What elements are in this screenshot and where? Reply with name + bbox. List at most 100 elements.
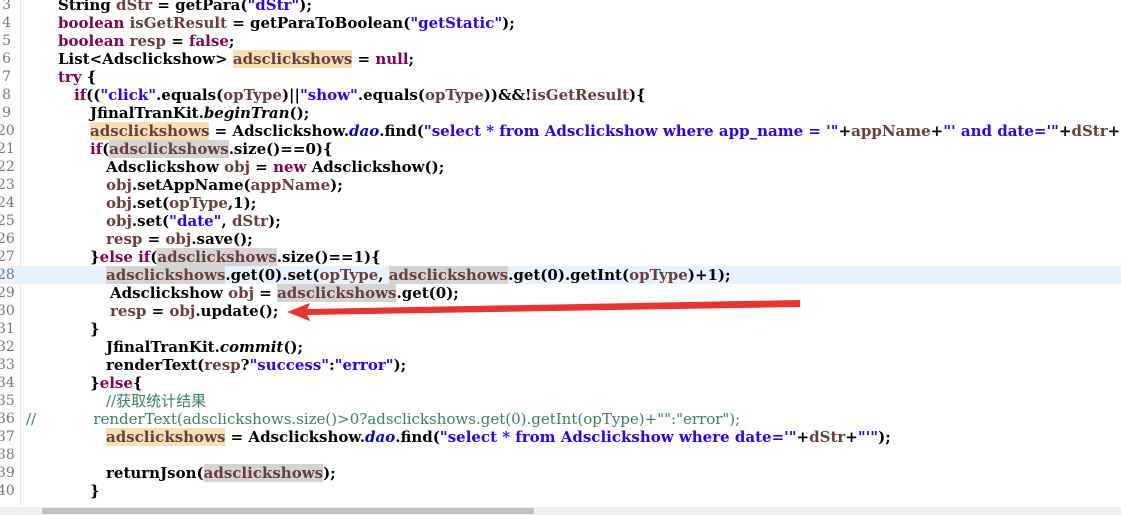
code-line[interactable]: 20 adsclickshows = Adsclickshow.dao.find(… [0,122,1121,140]
variable-highlight: adsclickshows [157,248,277,266]
variable: obj [165,230,192,248]
code-text[interactable]: // renderText(adsclickshows.size()>0?ads… [26,410,740,428]
string-literal: "success" [249,356,330,374]
string-literal: "select * from Adsclickshow where date='… [439,428,797,446]
code-text[interactable]: String dStr = getPara("dStr"); [58,0,312,14]
code-line[interactable]: 3 String dStr = getPara("dStr"); [0,0,1121,14]
code-token: returnJson( [106,464,204,482]
code-text[interactable]: //获取统计结果 [106,392,206,410]
code-text[interactable]: if(("click".equals(opType)||"show".equal… [74,86,646,104]
code-token: } [90,482,100,500]
string-literal: "date" [169,212,222,230]
code-line[interactable]: 26 resp = obj.save(); [0,230,1121,248]
code-token: ); [268,212,281,230]
code-line[interactable]: 32 JfinalTranKit.commit(); [0,338,1121,356]
code-line[interactable]: 38 [0,446,1121,464]
code-token: ; [228,32,235,50]
code-text[interactable]: boolean resp = false; [58,32,234,50]
code-text[interactable]: }else{ [90,374,143,392]
code-token: Adsclickshow [110,284,229,302]
field: dao [365,428,396,446]
horizontal-scrollbar[interactable] [0,507,1121,515]
code-token: renderText( [106,356,205,374]
code-line[interactable]: 36 // renderText(adsclickshows.size()>0?a… [0,410,1121,428]
code-line[interactable]: 30 resp = obj.update(); [0,302,1121,320]
code-token: = [254,284,278,302]
code-text[interactable]: try { [58,68,96,86]
code-token: = Adsclickshow. [225,428,366,446]
code-text[interactable]: Adsclickshow obj = adsclickshows.get(0); [110,284,459,302]
code-text[interactable]: boolean isGetResult = getParaToBoolean("… [58,14,515,32]
scrollbar-thumb[interactable] [42,508,534,514]
code-editor[interactable]: 3 String dStr = getPara("dStr"); 4 boolean … [0,0,1121,505]
code-text[interactable]: List<Adsclickshow> adsclickshows = null; [58,50,414,68]
code-line[interactable]: 7 try { [0,68,1121,86]
code-text[interactable]: obj.set("date", dStr); [106,212,281,230]
code-token: + [845,428,858,446]
code-token: + [838,122,852,140]
code-line[interactable]: 31} [0,320,1121,338]
code-line[interactable]: 40} [0,482,1121,500]
line-number: 7 [2,69,11,85]
variable: opType [629,266,688,284]
code-line[interactable]: 5 boolean resp = false; [0,32,1121,50]
variable: resp [106,230,143,248]
code-token: .equals( [357,86,425,104]
keyword: try [58,68,82,86]
code-line[interactable]: 35 //获取统计结果 [0,392,1121,410]
code-line[interactable]: 8 if(("click".equals(opType)||"show".equa… [0,86,1121,104]
code-text[interactable]: JfinalTranKit.beginTran(); [90,104,309,122]
variable: obj [106,212,132,230]
variable: resp [129,32,166,50]
code-text[interactable]: } [90,482,100,500]
code-line[interactable]: 4 boolean isGetResult = getParaToBoolean(… [0,14,1121,32]
code-text[interactable]: renderText(resp?"success":"error"); [106,356,406,374]
code-line[interactable]: 23 obj.setAppName(appName); [0,176,1121,194]
code-token: = getParaToBoolean( [227,14,411,32]
line-number: 28 [0,267,15,283]
code-text[interactable]: adsclickshows = Adsclickshow.dao.find("s… [90,122,1121,140]
code-token: } [90,248,100,266]
code-text[interactable]: adsclickshows = Adsclickshow.dao.find("s… [106,428,891,446]
code-text[interactable]: if(adsclickshows.size()==0){ [90,140,333,158]
line-number: 31 [0,321,15,337]
code-text[interactable]: JfinalTranKit.commit(); [106,338,303,356]
code-text[interactable]: }else if(adsclickshows.size()==1){ [90,248,381,266]
code-token: ; [408,50,415,68]
code-line[interactable]: 22 Adsclickshow obj = new Adsclickshow(); [0,158,1121,176]
code-text[interactable]: obj.setAppName(appName); [106,176,343,194]
code-token: )|| [281,86,300,104]
code-text[interactable]: obj.set(opType,1); [106,194,256,212]
code-token: .set( [131,212,170,230]
code-line[interactable]: 24 obj.set(opType,1); [0,194,1121,212]
code-token: = [352,50,376,68]
code-line[interactable]: 25 obj.set("date", dStr); [0,212,1121,230]
line-number: 4 [2,15,11,31]
variable: resp [110,302,147,320]
code-token: .setAppName( [131,176,251,194]
code-line[interactable]: 29 Adsclickshow obj = adsclickshows.get(0… [0,284,1121,302]
code-line[interactable]: 6 List<Adsclickshow> adsclickshows = null… [0,50,1121,68]
line-number: 36 [0,411,15,427]
code-text[interactable]: } [90,320,100,338]
variable-highlight: adsclickshows [109,140,229,158]
code-text[interactable]: resp = obj.update(); [110,302,278,320]
code-line[interactable]: 27}else if(adsclickshows.size()==1){ [0,248,1121,266]
code-line[interactable]: 37 adsclickshows = Adsclickshow.dao.find(… [0,428,1121,446]
variable: isGetResult [531,86,630,104]
code-text[interactable]: adsclickshows.get(0).set(opType, adsclic… [106,266,731,284]
code-line[interactable]: 39 returnJson(adsclickshows); [0,464,1121,482]
code-token: .find( [395,428,440,446]
code-text[interactable]: resp = obj.save(); [106,230,253,248]
code-line[interactable]: 28 adsclickshows.get(0).set(opType, adscl… [0,266,1121,284]
code-text[interactable]: returnJson(adsclickshows); [106,464,336,482]
code-line[interactable]: 21 if(adsclickshows.size()==0){ [0,140,1121,158]
code-text[interactable]: Adsclickshow obj = new Adsclickshow(); [106,158,444,176]
code-token: ); [393,356,407,374]
code-line[interactable]: 34}else{ [0,374,1121,392]
code-line[interactable]: 9 JfinalTranKit.beginTran(); [0,104,1121,122]
code-token: ))&&! [483,86,532,104]
code-line[interactable]: 33 renderText(resp?"success":"error"); [0,356,1121,374]
string-literal: "dStr" [247,0,300,14]
variable: dStr [809,428,846,446]
